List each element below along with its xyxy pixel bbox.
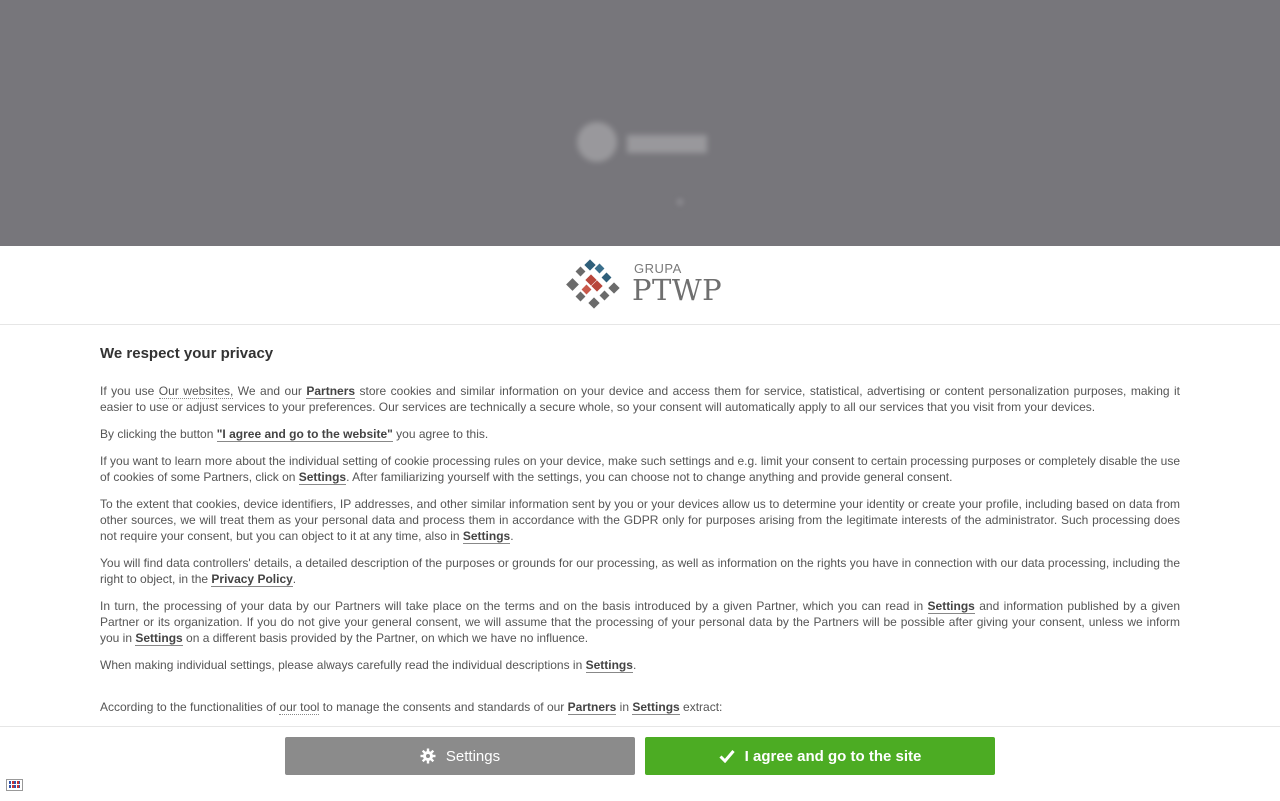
- our-tool-link[interactable]: our tool: [279, 700, 320, 715]
- text: .: [632, 658, 637, 672]
- settings-link[interactable]: Settings: [135, 631, 183, 646]
- loading-indicator: [676, 198, 684, 206]
- text: .: [292, 572, 297, 586]
- text: .: [510, 529, 514, 543]
- settings-link[interactable]: Settings: [585, 658, 633, 673]
- privacy-consent-modal: GRUPA PTWP We respect your privacy If yo…: [0, 246, 1280, 801]
- agree-link[interactable]: "I agree and go to the website": [216, 427, 393, 442]
- paragraph-partners: In turn, the processing of your data by …: [100, 598, 1180, 646]
- consent-footer: Settings I agree and go to the site: [0, 726, 1280, 801]
- agree-button-label: I agree and go to the site: [744, 747, 922, 765]
- agree-button[interactable]: I agree and go to the site: [645, 737, 995, 775]
- paragraph-cookies: If you use Our websites, We and our Part…: [100, 383, 1180, 415]
- text: In turn, the processing of your data by …: [100, 599, 928, 613]
- partners-link[interactable]: Partners: [567, 700, 617, 715]
- privacy-policy-link[interactable]: Privacy Policy: [211, 572, 293, 587]
- logo-mark-icon: [566, 259, 620, 309]
- paragraph-gdpr: To the extent that cookies, device ident…: [100, 496, 1180, 544]
- text: To the extent that cookies, device ident…: [100, 497, 1180, 543]
- logo-brand-text: PTWP: [632, 273, 723, 307]
- flag-icon[interactable]: [6, 779, 23, 791]
- logo-bar: GRUPA PTWP: [0, 246, 1280, 325]
- partners-link[interactable]: Partners: [306, 384, 356, 399]
- checkmark-icon: [719, 750, 735, 763]
- paragraph-settings: If you want to learn more about the indi…: [100, 453, 1180, 485]
- text: to manage the consents and standards of …: [319, 700, 568, 714]
- text: According to the functionalities of: [100, 700, 280, 714]
- text: We and our: [233, 384, 307, 398]
- paragraph-individual-settings: When making individual settings, please …: [100, 657, 1180, 673]
- our-websites-link[interactable]: Our websites,: [158, 384, 234, 399]
- gear-icon: [420, 748, 436, 764]
- consent-text-area[interactable]: We respect your privacy If you use Our w…: [100, 325, 1180, 726]
- settings-link[interactable]: Settings: [462, 529, 511, 544]
- settings-link[interactable]: Settings: [632, 700, 680, 715]
- text: If you use: [100, 384, 159, 398]
- text: in: [616, 700, 633, 714]
- text: . After familiarizing yourself with the …: [346, 470, 953, 484]
- settings-button-label: Settings: [445, 747, 501, 765]
- text: When making individual settings, please …: [100, 658, 586, 672]
- text: extract:: [679, 700, 723, 714]
- page-backdrop: [0, 0, 1280, 246]
- text: By clicking the button: [100, 427, 217, 441]
- blurred-logo: [577, 122, 707, 162]
- ptwp-logo: GRUPA PTWP: [565, 258, 725, 314]
- settings-link[interactable]: Settings: [298, 470, 347, 485]
- text: you agree to this.: [392, 427, 489, 441]
- paragraph-tool: According to the functionalities of our …: [100, 699, 1180, 715]
- text: on a different basis provided by the Par…: [182, 631, 589, 645]
- settings-link[interactable]: Settings: [927, 599, 975, 614]
- paragraph-agree: By clicking the button "I agree and go t…: [100, 426, 1180, 442]
- paragraph-privacy-policy: You will find data controllers' details,…: [100, 555, 1180, 587]
- settings-button[interactable]: Settings: [285, 737, 635, 775]
- consent-title: We respect your privacy: [100, 345, 274, 362]
